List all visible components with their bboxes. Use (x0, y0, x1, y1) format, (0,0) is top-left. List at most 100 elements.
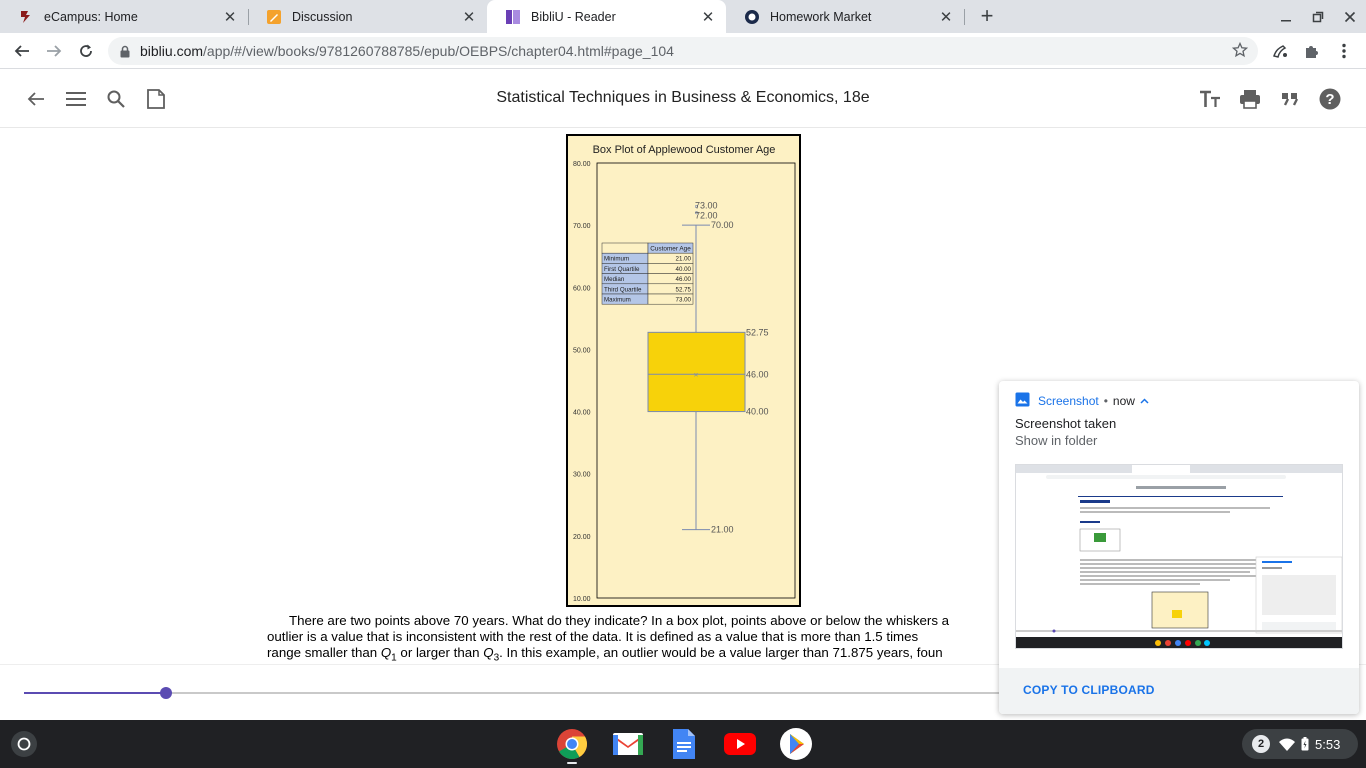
table-header: Customer Age (650, 246, 691, 253)
homework-market-icon (744, 9, 760, 25)
y-tick-label: 10.00 (573, 596, 591, 603)
outlier-label: 73.00 (695, 201, 718, 211)
table-row-label: Maximum (604, 297, 631, 304)
table-row-label: First Quartile (604, 266, 640, 273)
close-window-button[interactable] (1334, 0, 1366, 33)
minimum-label: 21.00 (711, 525, 734, 535)
help-icon[interactable]: ? (1318, 87, 1342, 111)
print-icon[interactable] (1238, 87, 1262, 111)
tab-title: eCampus: Home (44, 9, 138, 24)
q1-label: 40.00 (746, 407, 769, 417)
tab-title: BibliU - Reader (531, 9, 616, 24)
table-corner-cell (601, 242, 649, 254)
close-tab-icon[interactable]: ✕ (698, 7, 718, 27)
launcher-button[interactable] (11, 731, 37, 757)
tab-title: Discussion (292, 9, 353, 24)
notification-count-badge: 2 (1252, 735, 1270, 753)
body-line-1: There are two points above 70 years. Wha… (289, 613, 950, 628)
table-row-label: Median (604, 276, 625, 283)
quote-icon[interactable] (1278, 87, 1302, 111)
table-row-value: 21.00 (676, 256, 692, 263)
chrome-icon[interactable] (556, 728, 588, 760)
running-indicator (567, 762, 577, 764)
progress-track[interactable] (24, 687, 1000, 699)
close-tab-icon[interactable]: ✕ (459, 7, 479, 27)
copy-to-clipboard-button[interactable]: COPY TO CLIPBOARD (1023, 683, 1155, 697)
tab-bibliu-reader[interactable]: BibliU - Reader ✕ (487, 0, 726, 33)
ecampus-icon (18, 9, 34, 25)
table-row-label: Third Quartile (604, 286, 642, 293)
median-label: 46.00 (746, 369, 769, 379)
reader-header: Statistical Techniques in Business & Eco… (0, 69, 1366, 128)
tab-strip: eCampus: Home ✕ Discussion ✕ BibliU - Re… (0, 0, 1366, 33)
clock-time: 5:53 (1315, 736, 1341, 752)
new-tab-button[interactable]: + (975, 3, 999, 28)
pencil-icon (266, 9, 282, 25)
summary-table: Customer Age Minimum 21.00 First Quartile 40… (601, 242, 694, 305)
more-menu-icon[interactable] (1333, 40, 1355, 62)
reload-icon (80, 44, 92, 57)
table-row-label: Minimum (604, 256, 629, 263)
notification-title: Screenshot taken (1015, 416, 1117, 431)
body-line-2: outlier is a value that is inconsistent … (267, 629, 919, 644)
y-tick-label: 70.00 (573, 223, 591, 230)
status-tray[interactable]: 2 5:53 (1242, 729, 1358, 759)
box-plot-chart: Box Plot of Applewood Customer Age 80.00… (573, 144, 796, 603)
body-line-3: range smaller than Q1 or larger than Q3.… (267, 645, 943, 664)
y-tick-label: 40.00 (573, 410, 591, 417)
mean-marker: × (694, 370, 699, 379)
notification-header: Screenshot • now (1015, 392, 1149, 410)
close-tab-icon[interactable]: ✕ (936, 7, 956, 27)
close-tab-icon[interactable]: ✕ (220, 7, 240, 27)
tab-ecampus[interactable]: eCampus: Home ✕ (0, 0, 248, 33)
outlier-label: 72.00 (695, 211, 718, 221)
svg-text:?: ? (1325, 91, 1334, 108)
os-shelf: 2 5:53 (0, 720, 1366, 768)
reading-extension-icon[interactable] (1269, 40, 1291, 62)
body-text: There are two points above 70 years. Wha… (267, 613, 1027, 665)
arrow-left-icon (14, 45, 29, 57)
notification-app-name: Screenshot (1038, 394, 1099, 408)
browser-toolbar: bibliu.com/app/#/view/books/978126078878… (0, 33, 1366, 69)
y-tick-label: 30.00 (573, 472, 591, 479)
notification-time: now (1112, 394, 1135, 408)
screenshot-notification: Screenshot • now Screenshot taken Show i… (999, 381, 1359, 714)
table-row-value: 40.00 (676, 266, 692, 273)
bibliu-icon (505, 9, 521, 25)
q3-label: 52.75 (746, 327, 769, 337)
table-row-value: 52.75 (676, 286, 692, 293)
url-path: /app/#/view/books/9781260788785/epub/OEB… (203, 43, 674, 59)
upper-whisker-label: 70.00 (711, 220, 734, 230)
tab-discussion[interactable]: Discussion ✕ (248, 0, 487, 33)
tab-homework-market[interactable]: Homework Market ✕ (726, 0, 964, 33)
forward-button[interactable] (41, 38, 67, 64)
text-size-icon[interactable] (1198, 87, 1222, 111)
gmail-icon[interactable] (612, 728, 644, 760)
y-tick-label: 50.00 (573, 347, 591, 354)
youtube-icon[interactable] (724, 728, 756, 760)
screenshot-thumbnail[interactable] (1015, 464, 1343, 649)
show-in-folder-link[interactable]: Show in folder (1015, 433, 1097, 448)
table-row-value: 46.00 (676, 276, 692, 283)
arrow-right-icon (47, 45, 62, 57)
y-tick-label: 80.00 (573, 161, 591, 168)
back-button[interactable] (9, 38, 35, 64)
progress-handle[interactable] (159, 687, 172, 699)
notification-footer: COPY TO CLIPBOARD (999, 668, 1359, 714)
address-bar[interactable]: bibliu.com/app/#/view/books/978126078878… (108, 37, 1258, 65)
extensions-puzzle-icon[interactable] (1301, 40, 1323, 62)
reload-button[interactable] (73, 38, 99, 64)
maximize-button[interactable] (1302, 0, 1334, 33)
docs-icon[interactable] (668, 728, 700, 760)
play-store-icon[interactable] (780, 728, 812, 760)
chevron-up-icon[interactable] (1140, 398, 1149, 404)
wifi-icon (1279, 738, 1295, 751)
bookmark-star-icon[interactable] (1231, 41, 1249, 61)
lock-icon (120, 45, 130, 58)
y-axis-ticks: 80.00 70.00 60.00 50.00 40.00 30.00 20.00 10.00 (573, 161, 591, 603)
chart-title: Box Plot of Applewood Customer Age (593, 144, 776, 156)
y-tick-label: 60.00 (573, 285, 591, 292)
url-host: bibliu.com (140, 43, 204, 59)
y-tick-label: 20.00 (573, 534, 591, 541)
minimize-button[interactable] (1270, 0, 1302, 33)
